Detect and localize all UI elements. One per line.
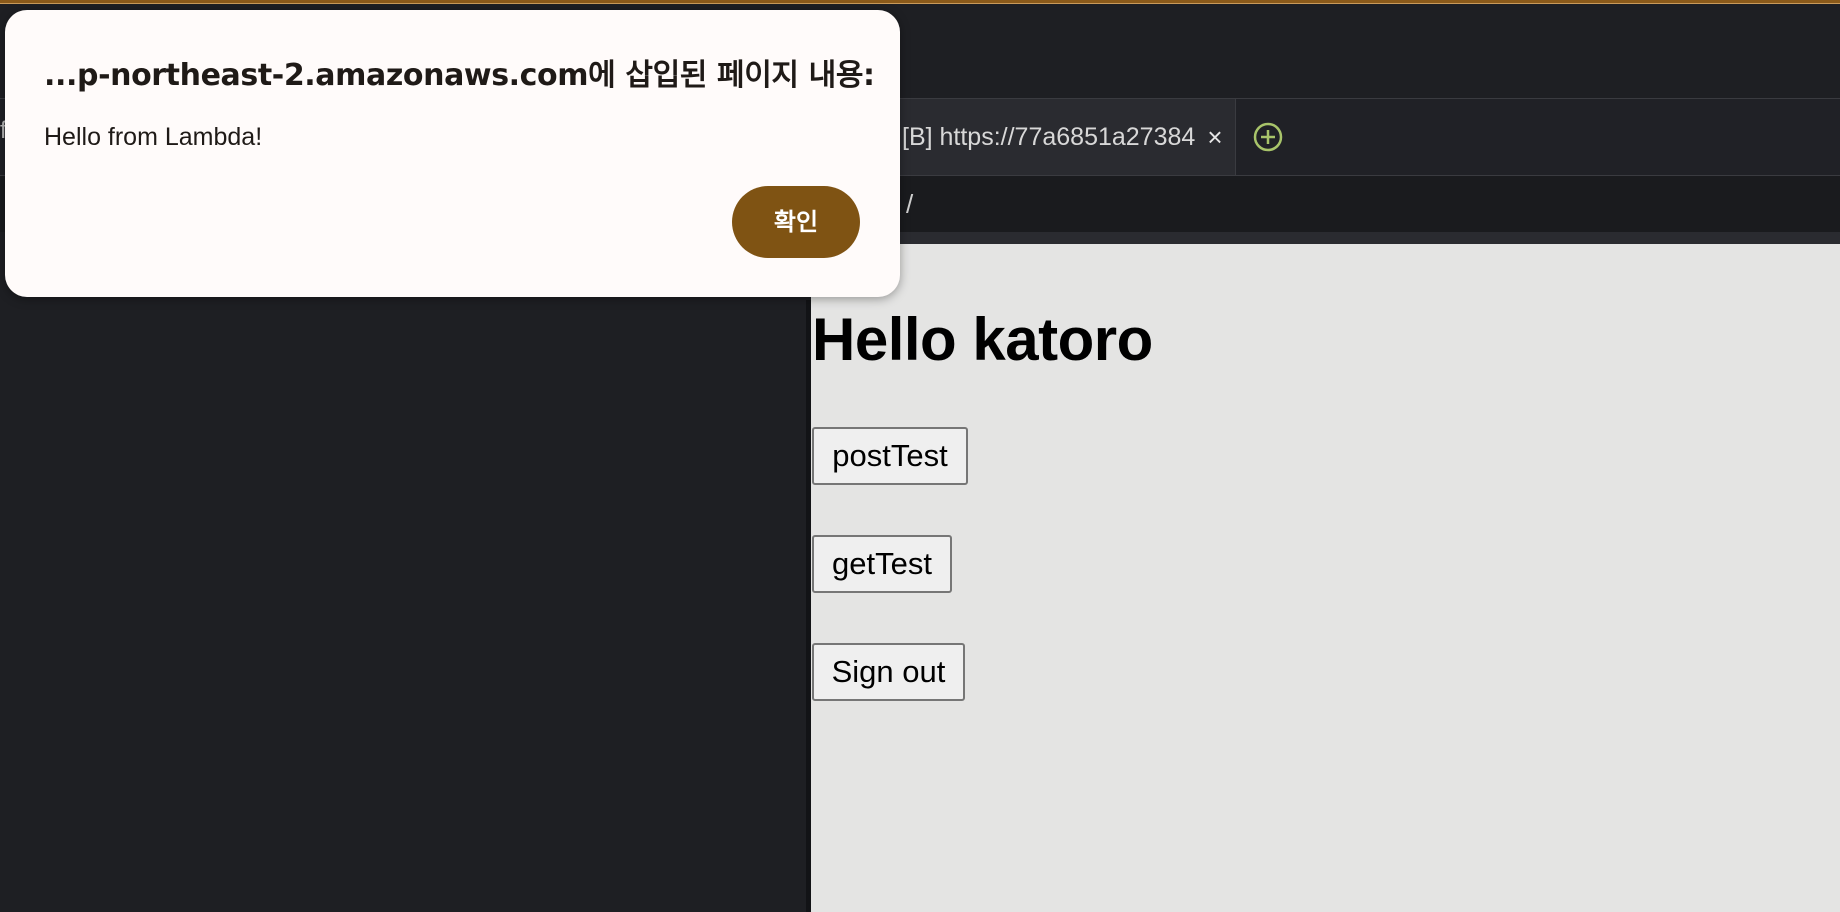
page-heading: Hello katoro bbox=[812, 306, 1153, 373]
dialog-ok-button[interactable]: 확인 bbox=[732, 186, 860, 258]
dialog-title: ...p-northeast-2.amazonaws.com에 삽입된 페이지 … bbox=[44, 58, 875, 93]
left-panel bbox=[0, 232, 806, 912]
post-test-button[interactable]: postTest bbox=[812, 427, 968, 485]
dialog-message: Hello from Lambda! bbox=[44, 123, 263, 151]
web-page: Hello katoro postTest getTest Sign out bbox=[811, 244, 1840, 912]
tab-close-button[interactable]: × bbox=[1203, 121, 1227, 153]
screen: f [B] https://77a6851a27384 × / Hello ka… bbox=[0, 0, 1840, 912]
tab-title: [B] https://77a6851a27384 bbox=[902, 123, 1196, 151]
plus-circle-icon[interactable] bbox=[1252, 121, 1284, 153]
get-test-button[interactable]: getTest bbox=[812, 535, 952, 593]
path-bar-edge bbox=[810, 232, 1840, 244]
window-accent-highlight bbox=[0, 3, 1840, 4]
tab-active[interactable]: [B] https://77a6851a27384 × bbox=[880, 99, 1236, 175]
alert-dialog: ...p-northeast-2.amazonaws.com에 삽입된 페이지 … bbox=[5, 10, 900, 297]
path-separator: / bbox=[906, 189, 914, 219]
sign-out-button[interactable]: Sign out bbox=[812, 643, 965, 701]
